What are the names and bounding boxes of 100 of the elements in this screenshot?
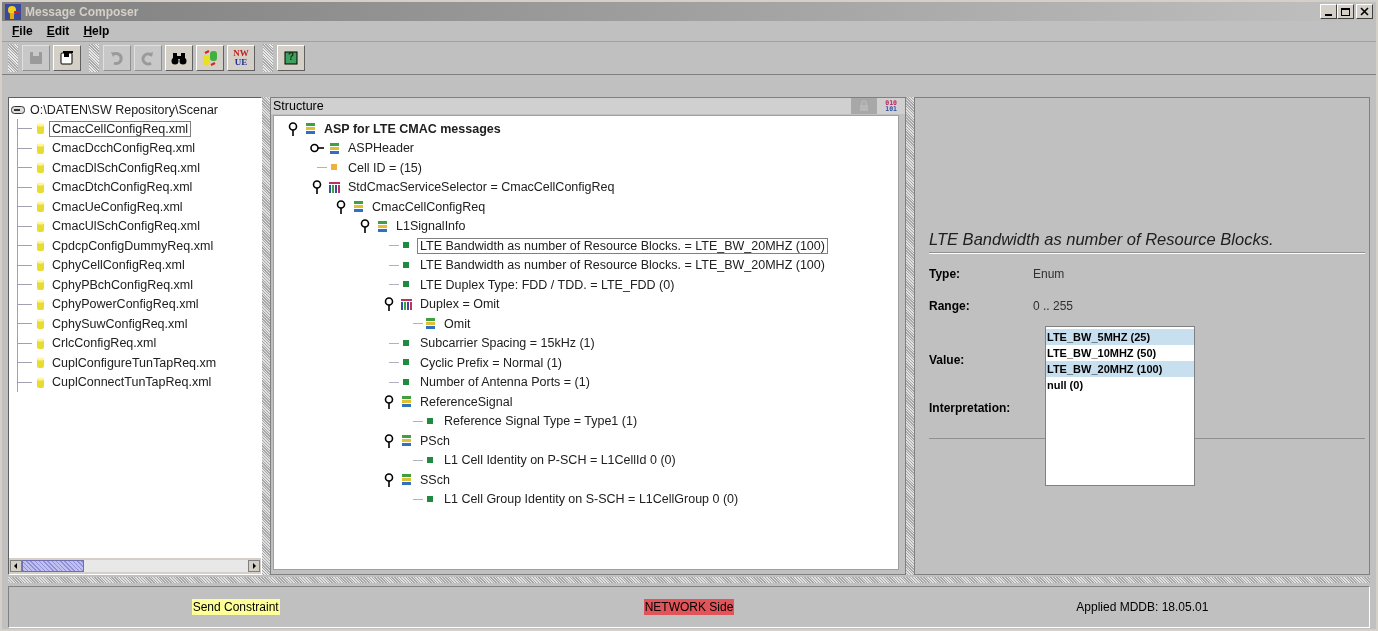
close-button[interactable] [1356,4,1373,19]
tree-item[interactable]: CpdcpConfigDummyReq.xml [49,237,217,254]
scroll-right-icon[interactable] [248,560,260,572]
expanded-toggle-icon[interactable] [383,297,395,312]
scroll-left-icon[interactable] [10,560,22,572]
menu-item[interactable]: File [12,24,33,38]
expanded-toggle-icon[interactable] [287,121,299,136]
file-icon [35,122,46,136]
list-option[interactable]: null (0) [1046,377,1194,393]
tree-item[interactable]: CmacCellConfigReq.xml [49,120,192,137]
stacked-bars-icon [376,219,389,233]
file-icon [35,317,46,331]
tree-item[interactable]: CuplConnectTunTapReq.xml [49,374,215,391]
tree-node[interactable]: LTE Bandwidth as number of Resource Blocks. = LTE_BW_20MHZ (100) [417,257,828,274]
maximize-button[interactable] [1337,4,1354,19]
cylinders-icon [201,49,219,67]
tree-node[interactable]: ASPHeader [345,140,417,157]
scroll-thumb[interactable] [22,560,84,572]
list-option[interactable]: LTE_BW_5MHZ (25) [1046,329,1194,345]
file-icon [35,239,46,253]
field-label: Range: [929,299,971,313]
tree-item[interactable]: CmacUlSchConfigReq.xml [49,218,203,235]
expanded-toggle-icon[interactable] [383,433,395,448]
tree-node[interactable]: L1SignalInfo [393,218,469,235]
menu-item[interactable]: Help [83,24,110,38]
file-icon [35,219,46,233]
tree-root-label: O:\DATEN\SW Repository\Scenar [30,103,218,117]
convert-button[interactable] [196,45,224,71]
file-icon [35,297,46,311]
tree-item[interactable]: CmacUeConfigReq.xml [49,198,186,215]
horizontal-scrollbar[interactable] [9,558,261,574]
curved-arrow-icon [108,49,126,67]
file-icon [35,141,46,155]
stacked-bars-icon [328,141,341,155]
expanded-toggle-icon[interactable] [383,472,395,487]
maximize-icon [1341,7,1350,16]
columns-icon [400,297,413,311]
tree-node[interactable]: LTE Duplex Type: FDD / TDD. = LTE_FDD (0) [417,276,678,293]
menu-item[interactable]: Edit [46,24,70,38]
tree-item[interactable]: CrlcConfigReq.xml [49,335,160,352]
tree-node[interactable]: SSch [417,471,453,488]
stacked-bars-icon [400,434,413,448]
field-label: Interpretation: [929,401,1012,415]
tree-node[interactable]: ASP for LTE CMAC messages [321,120,504,137]
expanded-toggle-icon[interactable] [311,180,323,195]
tree-node[interactable]: PSch [417,432,453,449]
tree-node[interactable]: StdCmacServiceSelector = CmacCellConfigReq [345,179,618,196]
help-button[interactable]: ? [277,45,305,71]
tree-node[interactable]: Reference Signal Type = Type1 (1) [441,413,641,430]
field-value: Enum [1033,267,1065,281]
tree-node[interactable]: Cyclic Prefix = Normal (1) [417,354,566,371]
toolbar-grip[interactable] [89,44,99,72]
tree-item[interactable]: CuplConfigureTunTapReq.xm [49,354,220,371]
floppy-icon [27,49,45,67]
status-text: Send Constraint [191,599,280,615]
stacked-bars-icon [304,122,317,136]
list-option[interactable]: LTE_BW_20MHZ (100) [1046,361,1194,377]
tree-node[interactable]: Cell ID = (15) [345,159,425,176]
tree-node[interactable]: L1 Cell Identity on P-SCH = L1CellId 0 (0) [441,452,679,469]
tree-node[interactable]: LTE Bandwidth as number of Resource Blocks. = LTE_BW_20MHZ (100) [417,237,828,254]
toolbar-grip[interactable] [263,44,273,72]
expanded-toggle-icon[interactable] [383,394,395,409]
toolbar-grip[interactable] [8,44,18,72]
details-heading: LTE Bandwidth as number of Resource Blocks. [929,230,1365,254]
tree-item[interactable]: CmacDcchConfigReq.xml [49,140,199,157]
window-title: Message Composer [25,4,140,19]
field-value: 0 .. 255 [1033,299,1074,313]
tree-item[interactable]: CmacDtchConfigReq.xml [49,179,196,196]
tree-node[interactable]: L1 Cell Group Identity on S-SCH = L1CellGroup 0 (0) [441,491,742,508]
panel-title: Structure [273,99,324,113]
minimize-button[interactable] [1320,4,1337,19]
tree-item[interactable]: CphyPowerConfigReq.xml [49,296,202,313]
app-icon [5,3,21,20]
tree-item[interactable]: CphyPBchConfigReq.xml [49,276,197,293]
help-icon [282,49,300,67]
save-as-button[interactable] [53,45,81,71]
status-text: Applied MDDB: 18.05.01 [1075,599,1210,615]
tree-node[interactable]: Duplex = Omit [417,296,503,313]
tree-item[interactable]: CmacDlSchConfigReq.xml [49,159,203,176]
file-icon [35,375,46,389]
expanded-toggle-icon[interactable] [335,199,347,214]
list-option[interactable]: LTE_BW_10MHZ (50) [1046,345,1194,361]
floppy-icon [58,49,76,67]
find-button[interactable] [165,45,193,71]
minimize-icon [1325,13,1332,16]
tree-node[interactable]: Omit [441,315,474,332]
nwue-button[interactable]: NW UE [227,45,255,71]
expanded-toggle-icon[interactable] [359,219,371,234]
tree-item[interactable]: CphySuwConfigReq.xml [49,315,191,332]
tree-node[interactable]: CmacCellConfigReq [369,198,489,215]
field-label: Value: [929,353,966,367]
file-icon [35,200,46,214]
file-icon [35,336,46,350]
tree-node[interactable]: Number of Antenna Ports = (1) [417,374,593,391]
value-list[interactable]: LTE_BW_5MHZ (25) LTE_BW_10MHZ (50) LTE_BW_20MHZ (100) null (0) [1045,326,1195,486]
collapsed-toggle-icon[interactable] [310,142,324,155]
tree-node[interactable]: Subcarrier Spacing = 15kHz (1) [417,335,598,352]
tree-node[interactable]: ReferenceSignal [417,393,516,410]
file-icon [35,180,46,194]
tree-item[interactable]: CphyCellConfigReq.xml [49,257,188,274]
